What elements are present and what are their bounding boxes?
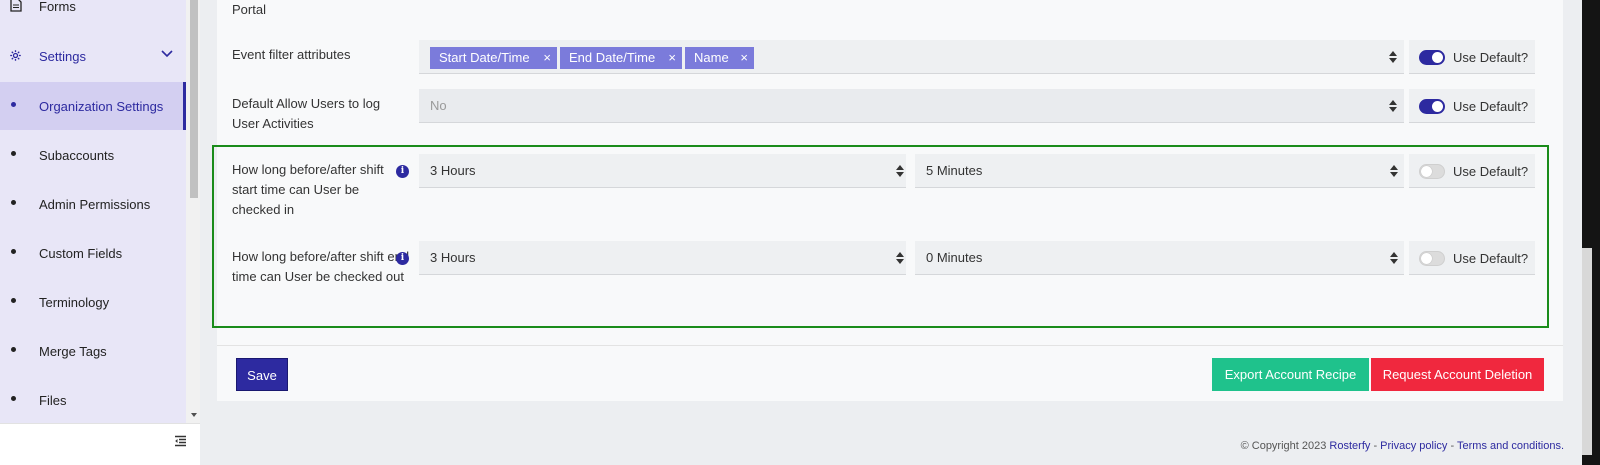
- sidebar: Forms Settings Organization Settings Sub…: [0, 0, 200, 465]
- chip-end-date-time: End Date/Time ×: [560, 47, 682, 69]
- select-caret-icon: [1389, 100, 1397, 112]
- chip-label: End Date/Time: [569, 50, 656, 65]
- checkout-minutes-value: 0 Minutes: [926, 250, 983, 265]
- sidebar-item-label: Admin Permissions: [39, 196, 151, 212]
- use-default-event-filter: Use Default?: [1409, 40, 1535, 74]
- sidebar-item-files[interactable]: Files: [0, 376, 186, 423]
- sidebar-item-custom-fields[interactable]: Custom Fields: [0, 229, 186, 277]
- scroll-down-arrow-icon[interactable]: [191, 413, 197, 417]
- select-caret-icon: [1390, 165, 1398, 177]
- sidebar-item-label: Merge Tags: [39, 343, 107, 359]
- select-caret-icon: [1389, 51, 1397, 63]
- bullet-icon: [11, 151, 16, 156]
- chip-label: Name: [694, 50, 729, 65]
- allow-log-label: Default Allow Users to log User Activiti…: [232, 96, 381, 131]
- sidebar-item-label: Terminology: [39, 294, 110, 310]
- bullet-icon: [11, 298, 16, 303]
- sidebar-menu: Forms Settings Organization Settings Sub…: [0, 0, 186, 423]
- sidebar-item-forms[interactable]: Forms: [0, 0, 186, 30]
- sidebar-item-label: Forms: [39, 0, 76, 14]
- export-account-recipe-button[interactable]: Export Account Recipe: [1212, 358, 1369, 391]
- bullet-icon: [11, 249, 16, 254]
- page-scroll-thumb[interactable]: [1582, 248, 1592, 455]
- chip-remove-icon[interactable]: ×: [740, 47, 748, 69]
- bullet-icon: [11, 396, 16, 401]
- collapse-sidebar-icon[interactable]: [174, 435, 187, 447]
- sidebar-scroll-thumb[interactable]: [190, 0, 198, 198]
- use-default-label: Use Default?: [1453, 50, 1529, 65]
- checkin-minutes-value: 5 Minutes: [926, 163, 983, 178]
- sidebar-item-settings[interactable]: Settings: [0, 32, 186, 80]
- checkin-hours-value: 3 Hours: [430, 163, 476, 178]
- sidebar-item-terminology[interactable]: Terminology: [0, 278, 186, 326]
- bullet-icon: [11, 200, 16, 205]
- chip-remove-icon[interactable]: ×: [668, 47, 676, 69]
- use-default-label: Use Default?: [1453, 164, 1529, 179]
- gear-icon: [10, 50, 21, 61]
- checkin-minutes-select[interactable]: 5 Minutes: [915, 154, 1404, 188]
- sidebar-item-label: Custom Fields: [39, 245, 123, 261]
- select-caret-icon: [896, 252, 904, 264]
- copyright-footer: © Copyright 2023 Rosterfy - Privacy poli…: [1241, 440, 1564, 452]
- use-default-label: Use Default?: [1453, 99, 1529, 114]
- document-icon: [10, 0, 22, 12]
- use-default-checkout: Use Default?: [1409, 241, 1535, 275]
- allow-log-value: No: [430, 98, 447, 113]
- checkout-label: How long before/after shift end time can…: [232, 249, 410, 284]
- sidebar-item-merge-tags[interactable]: Merge Tags: [0, 327, 186, 375]
- use-default-toggle[interactable]: [1419, 50, 1445, 65]
- checkin-hours-select[interactable]: 3 Hours: [419, 154, 906, 188]
- rosterfy-link[interactable]: Rosterfy: [1329, 440, 1370, 452]
- use-default-toggle[interactable]: [1419, 164, 1445, 179]
- checkout-hours-value: 3 Hours: [430, 250, 476, 265]
- sidebar-item-label: Organization Settings: [39, 98, 164, 114]
- event-filter-multiselect[interactable]: Start Date/Time × End Date/Time × Name ×: [419, 40, 1404, 74]
- chip-label: Start Date/Time: [439, 50, 530, 65]
- portal-label: Portal: [232, 2, 266, 17]
- checkout-minutes-select[interactable]: 0 Minutes: [915, 241, 1404, 275]
- sidebar-item-label: Files: [39, 392, 67, 408]
- separator: -: [1447, 440, 1457, 452]
- use-default-checkin: Use Default?: [1409, 154, 1535, 188]
- terms-link[interactable]: Terms and conditions.: [1457, 440, 1564, 452]
- save-button[interactable]: Save: [236, 358, 288, 391]
- chip-name: Name ×: [685, 47, 754, 69]
- checkin-label: How long before/after shift start time c…: [232, 162, 384, 217]
- use-default-label: Use Default?: [1453, 251, 1529, 266]
- privacy-policy-link[interactable]: Privacy policy: [1380, 440, 1447, 452]
- bullet-icon: [11, 102, 16, 107]
- info-icon[interactable]: i: [396, 252, 409, 265]
- use-default-toggle[interactable]: [1419, 251, 1445, 266]
- info-icon[interactable]: i: [396, 165, 409, 178]
- event-filter-label: Event filter attributes: [232, 47, 351, 62]
- checkout-hours-select[interactable]: 3 Hours: [419, 241, 906, 275]
- sidebar-item-label: Subaccounts: [39, 147, 115, 163]
- sidebar-item-admin-permissions[interactable]: Admin Permissions: [0, 180, 186, 228]
- separator: -: [1370, 440, 1381, 452]
- select-caret-icon: [1390, 252, 1398, 264]
- chip-remove-icon[interactable]: ×: [543, 47, 551, 69]
- select-caret-icon: [896, 165, 904, 177]
- sidebar-item-label: Settings: [39, 48, 86, 64]
- sidebar-footer: [0, 423, 200, 465]
- sidebar-item-subaccounts[interactable]: Subaccounts: [0, 131, 186, 179]
- use-default-allow-log: Use Default?: [1409, 89, 1535, 123]
- use-default-toggle[interactable]: [1419, 99, 1445, 114]
- chevron-down-icon[interactable]: [160, 46, 174, 60]
- bullet-icon: [11, 347, 16, 352]
- request-account-deletion-button[interactable]: Request Account Deletion: [1371, 358, 1544, 391]
- chip-start-date-time: Start Date/Time ×: [430, 47, 557, 69]
- allow-log-select[interactable]: No: [419, 89, 1404, 123]
- sidebar-item-organization-settings[interactable]: Organization Settings: [0, 82, 186, 130]
- copyright-text: © Copyright 2023: [1240, 440, 1330, 452]
